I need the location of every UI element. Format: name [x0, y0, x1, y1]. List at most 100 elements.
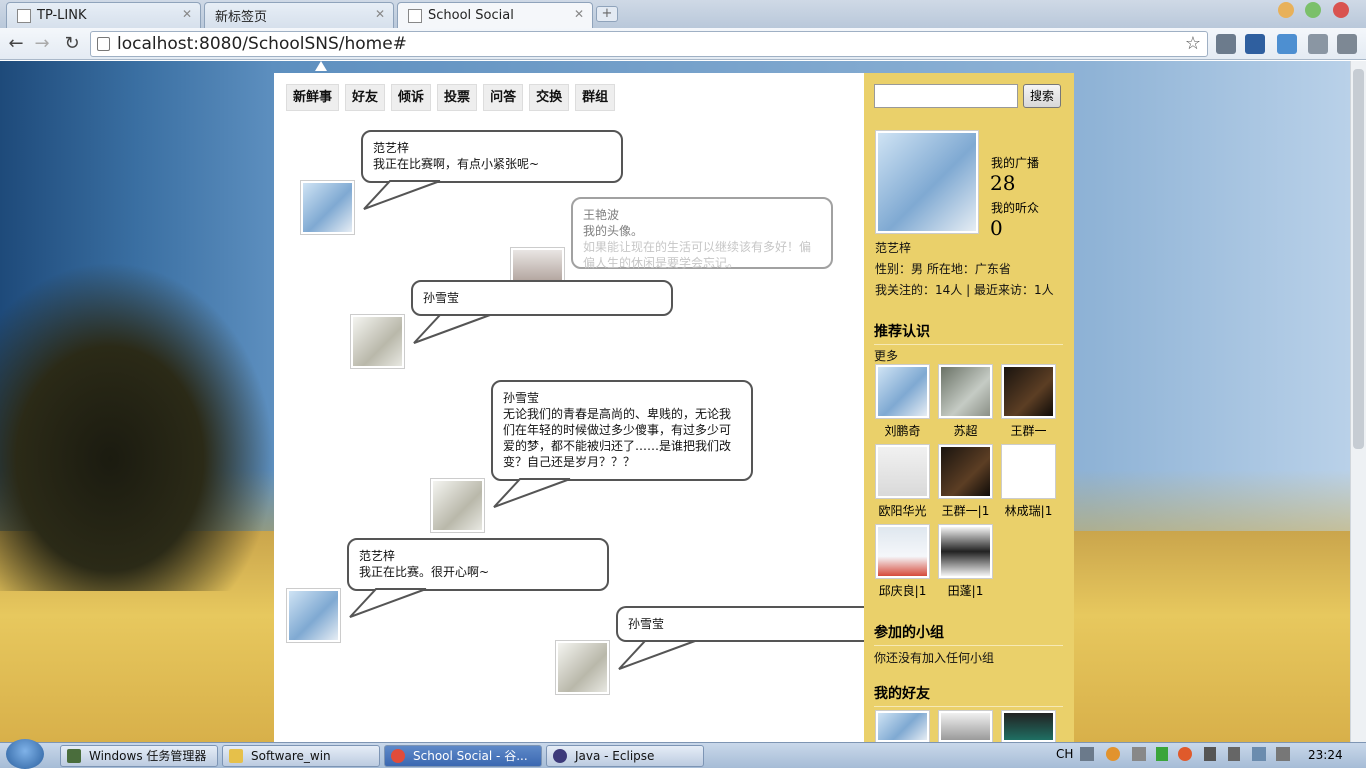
recommend-user[interactable]: 田蓬|1	[938, 524, 993, 599]
user-avatar[interactable]	[875, 364, 930, 419]
feed-author[interactable]: 范艺梓	[359, 548, 597, 564]
user-avatar[interactable]	[938, 444, 993, 499]
feed-bubble: 孙雪莹	[411, 280, 673, 316]
recommend-user[interactable]: 王群一|1	[938, 444, 993, 519]
speaker-icon[interactable]	[1276, 747, 1290, 761]
user-avatar[interactable]	[875, 444, 930, 499]
profile-gender-location: 性别：男 所在地：广东省	[875, 262, 1011, 276]
user-name[interactable]: 田蓬|1	[938, 582, 993, 599]
chopsticks-avatar[interactable]	[350, 314, 405, 369]
task-eclipse[interactable]: Java - Eclipse	[546, 745, 704, 767]
tab-exchange[interactable]: 交换	[529, 84, 570, 111]
tab-newtab[interactable]: 新标签页 ✕	[204, 2, 394, 28]
feed-text: 我正在比赛啊，有点小紧张呢~	[373, 157, 540, 171]
recommend-user[interactable]: 苏超	[938, 364, 993, 439]
minimize-icon[interactable]	[1278, 2, 1294, 18]
my-listeners-label[interactable]: 我的听众	[991, 199, 1039, 216]
keyboard-icon[interactable]	[1080, 747, 1094, 761]
monitor-icon	[67, 749, 81, 763]
task-software-folder[interactable]: Software_win	[222, 745, 380, 767]
user-name[interactable]: 林成瑞|1	[1001, 502, 1056, 519]
display-icon[interactable]	[1252, 747, 1266, 761]
task-label: Java - Eclipse	[575, 749, 655, 763]
new-tab-button[interactable]: +	[596, 6, 618, 22]
user-avatar[interactable]	[1001, 444, 1056, 499]
tab-qa[interactable]: 问答	[483, 84, 524, 111]
search-input[interactable]	[874, 84, 1018, 108]
recommend-user[interactable]: 邱庆良|1	[875, 524, 930, 599]
forward-icon[interactable]: →	[30, 32, 54, 56]
user-avatar[interactable]	[938, 364, 993, 419]
extension-icon[interactable]	[1277, 34, 1297, 54]
chrome-icon	[391, 749, 405, 763]
chopsticks-avatar[interactable]	[430, 478, 485, 533]
tab-friends[interactable]: 好友	[345, 84, 386, 111]
tab-news[interactable]: 新鲜事	[286, 84, 340, 111]
chopsticks-avatar[interactable]	[555, 640, 610, 695]
user-avatar[interactable]	[938, 524, 993, 579]
feed-author[interactable]: 范艺梓	[373, 140, 611, 156]
user-name[interactable]: 邱庆良|1	[875, 582, 930, 599]
recommend-user[interactable]: 王群一	[1001, 364, 1056, 439]
flag-icon[interactable]	[1204, 747, 1216, 761]
user-name[interactable]: 王群一|1	[938, 502, 993, 519]
friend-avatar[interactable]	[875, 710, 930, 742]
language-indicator[interactable]: CH	[1056, 747, 1073, 761]
tab-tplink[interactable]: TP-LINK ✕	[6, 2, 201, 28]
close-icon[interactable]: ✕	[375, 7, 385, 21]
user-name[interactable]: 苏超	[938, 422, 993, 439]
user-name[interactable]: 欧阳华光	[875, 502, 930, 519]
more-link[interactable]: 更多	[874, 347, 898, 364]
friends-heading: 我的好友	[874, 683, 1063, 707]
close-icon[interactable]: ✕	[182, 7, 192, 21]
feed-author[interactable]: 孙雪莹	[423, 290, 661, 306]
main-feed-panel: 新鲜事 好友 倾诉 投票 问答 交换 群组 范艺梓 我正在比赛啊，有点小紧张呢~…	[274, 73, 876, 742]
tab-groups[interactable]: 群组	[575, 84, 616, 111]
page-scrollbar[interactable]	[1350, 61, 1366, 742]
battery-icon[interactable]	[1156, 747, 1168, 761]
feed-text: 无论我们的青春是高尚的、卑贱的，无论我们在年轻的时候做过多少傻事，有过多少可爱的…	[503, 407, 732, 469]
close-window-icon[interactable]	[1333, 2, 1349, 18]
feed-author[interactable]: 孙雪莹	[628, 616, 866, 632]
start-button[interactable]	[6, 739, 44, 769]
browser-toolbar: ← → ↻ localhost:8080/SchoolSNS/home# ☆	[0, 28, 1366, 60]
address-bar[interactable]: localhost:8080/SchoolSNS/home# ☆	[90, 31, 1208, 57]
user-avatar[interactable]	[1001, 364, 1056, 419]
my-broadcasts-label[interactable]: 我的广播	[991, 154, 1039, 171]
tab-vote[interactable]: 投票	[437, 84, 478, 111]
extension-icon[interactable]	[1216, 34, 1236, 54]
taskbar-clock[interactable]: 23:24	[1308, 748, 1343, 762]
user-name[interactable]: 刘鹏奇	[875, 422, 930, 439]
user-avatar[interactable]	[875, 524, 930, 579]
network-icon[interactable]	[1132, 747, 1146, 761]
tray-app-icon[interactable]	[1178, 747, 1192, 761]
friend-avatar[interactable]	[938, 710, 993, 742]
tray-app-icon[interactable]	[1106, 747, 1120, 761]
feed-author[interactable]: 王艳波	[583, 207, 821, 223]
usb-icon[interactable]	[1228, 747, 1240, 761]
scrollbar-thumb[interactable]	[1353, 69, 1364, 449]
search-button[interactable]: 搜索	[1023, 84, 1061, 108]
extension-icon[interactable]	[1245, 34, 1265, 54]
recommend-user[interactable]: 刘鹏奇	[875, 364, 930, 439]
recommend-user[interactable]: 林成瑞|1	[1001, 444, 1056, 519]
maximize-icon[interactable]	[1305, 2, 1321, 18]
tab-school-social[interactable]: School Social ✕	[397, 2, 593, 28]
close-icon[interactable]: ✕	[574, 7, 584, 21]
task-chrome[interactable]: School Social - 谷...	[384, 745, 542, 767]
wrench-icon[interactable]	[1337, 34, 1357, 54]
wind-chime-avatar[interactable]	[286, 588, 341, 643]
bubble-tail	[618, 640, 696, 670]
recommend-user[interactable]: 欧阳华光	[875, 444, 930, 519]
task-task-manager[interactable]: Windows 任务管理器	[60, 745, 218, 767]
reload-icon[interactable]: ↻	[60, 32, 84, 56]
feed-author[interactable]: 孙雪莹	[503, 390, 741, 406]
wind-chime-avatar[interactable]	[300, 180, 355, 235]
user-name[interactable]: 王群一	[1001, 422, 1056, 439]
friend-avatar[interactable]	[1001, 710, 1056, 742]
back-icon[interactable]: ←	[4, 32, 28, 56]
star-icon[interactable]: ☆	[1185, 32, 1201, 56]
page-menu-icon[interactable]	[1308, 34, 1328, 54]
profile-avatar[interactable]	[875, 130, 979, 234]
tab-confide[interactable]: 倾诉	[391, 84, 432, 111]
